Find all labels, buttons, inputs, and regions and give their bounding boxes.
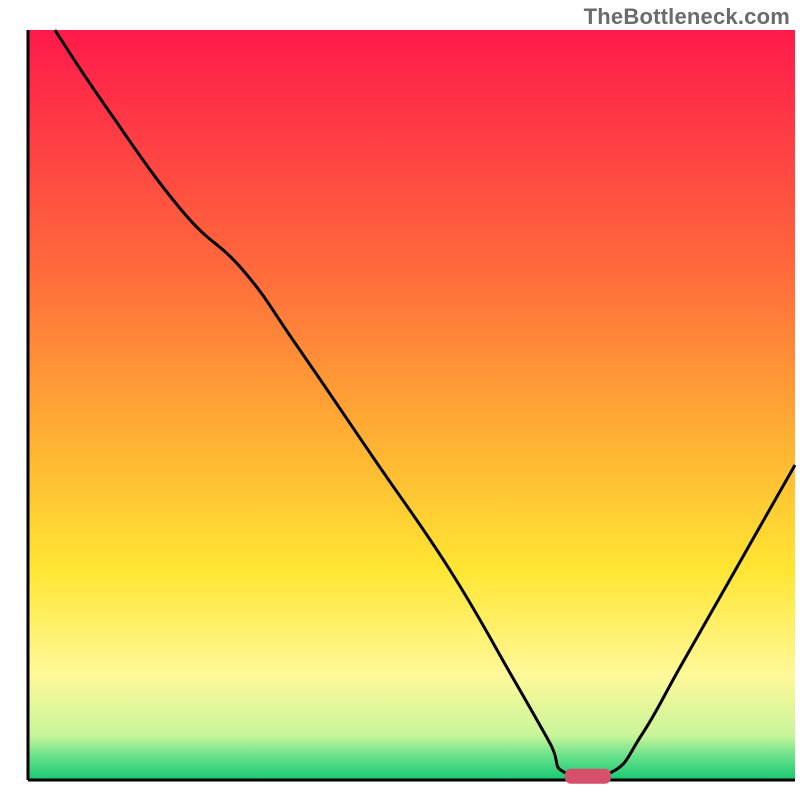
bottleneck-chart	[0, 0, 800, 800]
optimal-marker	[565, 769, 611, 784]
watermark-text: TheBottleneck.com	[584, 4, 790, 30]
chart-container: TheBottleneck.com	[0, 0, 800, 800]
